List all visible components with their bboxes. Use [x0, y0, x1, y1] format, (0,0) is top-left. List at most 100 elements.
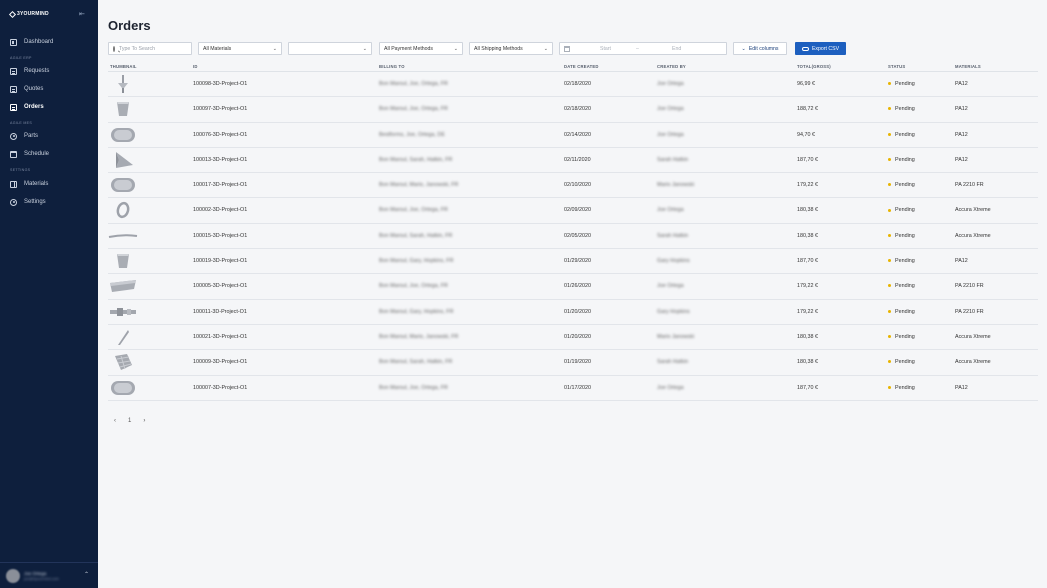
sidebar-item-orders[interactable]: Orders [0, 100, 98, 114]
search-input[interactable] [119, 45, 187, 52]
sidebar-item-settings[interactable]: Settings [0, 195, 98, 209]
order-id[interactable]: 100009-3D-Project-O1 [193, 359, 247, 365]
total-gross: 179,22 € [797, 182, 818, 189]
table-row[interactable]: 100098-3D-Project-O1 Bon Maroul, Joe, Ort… [108, 72, 1038, 98]
order-id[interactable]: 100005-3D-Project-O1 [193, 283, 247, 289]
table-row[interactable]: 100097-3D-Project-O1 Bon Maroul, Joe, Ort… [108, 97, 1038, 123]
order-id[interactable]: 100017-3D-Project-O1 [193, 182, 247, 188]
status-label: Pending [895, 182, 915, 189]
status-badge: Pending [888, 132, 915, 138]
status-label: Pending [895, 283, 915, 290]
total-gross: 179,22 € [797, 308, 818, 315]
shipping-method-select[interactable]: All Shipping Methods ⌄ [469, 42, 553, 55]
date-start[interactable]: Start [600, 46, 636, 52]
edit-columns-button[interactable]: ⌄ Edit columns [733, 42, 787, 55]
column-header-id[interactable]: ID [193, 64, 198, 69]
order-id[interactable]: 100097-3D-Project-O1 [193, 106, 247, 112]
table-row[interactable]: 100005-3D-Project-O1 Bon Maroul, Joe, Ort… [108, 274, 1038, 300]
column-header-thumbnail[interactable]: THUMBNAIL [110, 64, 137, 69]
table-row[interactable]: 100019-3D-Project-O1 Bon Maroul, Gary, Ho… [108, 249, 1038, 275]
payment-method-select[interactable]: All Payment Methods ⌄ [379, 42, 463, 55]
cloud-upload-icon [801, 46, 809, 51]
billing-to: Bon Maroul, Joe, Ortega, FR [379, 106, 448, 113]
table-row[interactable]: 100007-3D-Project-O1 Bon Maroul, Joe, Ort… [108, 376, 1038, 401]
table-row[interactable]: 100076-3D-Project-O1 Bestforms, Joe, Orte… [108, 123, 1038, 148]
total-gross: 180,38 € [797, 207, 818, 214]
billing-to: Bon Maroul, Mario, Janowski, FR [379, 333, 459, 340]
date-created: 02/14/2020 [564, 131, 591, 138]
column-header-date[interactable]: DATE CREATED [564, 64, 599, 69]
sidebar: 3YOURMIND ⇤ Dashboard AGILE ERP Requests… [0, 0, 98, 588]
search-field[interactable] [108, 42, 192, 55]
material: Accura Xtreme [955, 207, 991, 214]
brand-logo[interactable]: 3YOURMIND [8, 10, 49, 18]
date-created: 02/10/2020 [564, 182, 591, 189]
column-header-billing[interactable]: BILLING TO [379, 64, 405, 69]
sidebar-item-requests[interactable]: Requests [0, 64, 98, 78]
sidebar-item-schedule[interactable]: Schedule [0, 147, 98, 161]
date-range-picker[interactable]: Start – End [559, 42, 727, 55]
table-row[interactable]: 100021-3D-Project-O1 Bon Maroul, Mario, J… [108, 325, 1038, 351]
date-created: 01/19/2020 [564, 359, 591, 366]
column-header-total[interactable]: TOTAL(GROSS) [797, 64, 831, 69]
pagination: ‹ 1 › [114, 418, 145, 424]
sidebar-item-materials[interactable]: Materials [0, 177, 98, 191]
materials-icon [10, 180, 17, 188]
user-email: joe@3yourmind.com [24, 576, 59, 581]
next-page-icon[interactable]: › [143, 418, 145, 424]
status-dot-icon [888, 157, 891, 161]
order-id[interactable]: 100002-3D-Project-O1 [193, 207, 247, 213]
status-label: Pending [895, 384, 915, 391]
user-menu[interactable]: Joe Ortega joe@3yourmind.com ⌃ [0, 562, 98, 588]
section-label-mes: AGILE MES [10, 121, 33, 125]
column-header-status[interactable]: STATUS [888, 64, 905, 69]
order-id[interactable]: 100019-3D-Project-O1 [193, 258, 247, 264]
material: Accura Xtreme [955, 333, 991, 340]
status-dot-icon [888, 259, 891, 263]
material: PA 2210 FR [955, 308, 984, 315]
part-thumbnail [108, 125, 138, 145]
table-row[interactable]: 100017-3D-Project-O1 Bon Maroul, Mario, J… [108, 173, 1038, 199]
order-id[interactable]: 100021-3D-Project-O1 [193, 334, 247, 340]
section-label-settings: SETTINGS [10, 168, 31, 172]
total-gross: 94,70 € [797, 131, 815, 138]
part-thumbnail [108, 175, 138, 195]
sidebar-item-parts[interactable]: Parts [0, 129, 98, 143]
secondary-select[interactable]: ⌄ [288, 42, 372, 55]
order-id[interactable]: 100013-3D-Project-O1 [193, 157, 247, 163]
status-dot-icon [888, 132, 891, 136]
order-id[interactable]: 100015-3D-Project-O1 [193, 233, 247, 239]
chevron-up-icon[interactable]: ⌃ [84, 571, 89, 578]
order-id[interactable]: 100076-3D-Project-O1 [193, 132, 247, 138]
column-header-materials[interactable]: MATERIALS [955, 64, 981, 69]
status-dot-icon [888, 208, 891, 212]
status-dot-icon [888, 335, 891, 339]
material: PA 2210 FR [955, 283, 984, 290]
status-dot-icon [888, 107, 891, 111]
sidebar-item-dashboard[interactable]: Dashboard [0, 35, 98, 49]
table-row[interactable]: 100011-3D-Project-O1 Bon Maroul, Gary, Ho… [108, 300, 1038, 325]
sidebar-item-quotes[interactable]: Quotes [0, 82, 98, 96]
collapse-sidebar-icon[interactable]: ⇤ [79, 11, 86, 18]
billing-to: Bon Maroul, Sarah, Hatkin, FR [379, 359, 453, 366]
page-number[interactable]: 1 [128, 418, 131, 424]
avatar [6, 568, 20, 583]
previous-page-icon[interactable]: ‹ [114, 418, 116, 424]
created-by: Joe Ortega [657, 283, 684, 290]
table-row[interactable]: 100015-3D-Project-O1 Bon Maroul, Sarah, H… [108, 224, 1038, 250]
date-created: 02/18/2020 [564, 106, 591, 113]
order-id[interactable]: 100098-3D-Project-O1 [193, 81, 247, 87]
order-id[interactable]: 100007-3D-Project-O1 [193, 385, 247, 391]
export-csv-button[interactable]: Export CSV [795, 42, 846, 55]
order-id[interactable]: 100011-3D-Project-O1 [193, 309, 247, 315]
status-label: Pending [895, 106, 915, 113]
table-row[interactable]: 100002-3D-Project-O1 Bon Maroul, Joe, Ort… [108, 198, 1038, 224]
date-end[interactable]: End [672, 46, 681, 52]
status-dot-icon [888, 233, 891, 237]
chevron-down-icon: ⌄ [543, 46, 548, 52]
table-row[interactable]: 100009-3D-Project-O1 Bon Maroul, Sarah, H… [108, 350, 1038, 376]
materials-select[interactable]: All Materials ⌄ [198, 42, 282, 55]
column-header-created-by[interactable]: CREATED BY [657, 64, 686, 69]
date-created: 01/20/2020 [564, 333, 591, 340]
table-row[interactable]: 100013-3D-Project-O1 Bon Maroul, Sarah, H… [108, 148, 1038, 174]
